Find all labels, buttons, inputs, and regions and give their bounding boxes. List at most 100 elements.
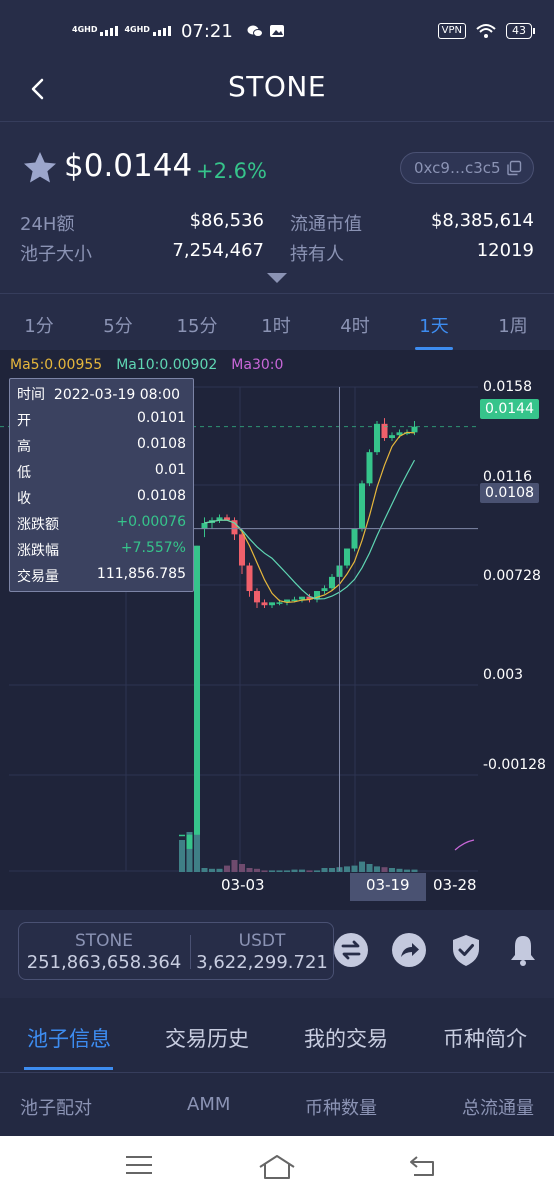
contract-address-button[interactable]: 0xc9…c3c5: [400, 152, 534, 184]
x-tick-label: 03-28: [433, 876, 477, 894]
wechat-icon: [247, 25, 263, 37]
candle: [381, 423, 388, 439]
expand-caret-icon[interactable]: [266, 272, 288, 284]
y-tick-label: -0.00128: [483, 757, 546, 773]
shield-check-icon[interactable]: [448, 932, 484, 968]
status-bar: 4GHD 4GHD 07:21 VPN 43: [0, 0, 554, 62]
token-a-amount: 251,863,658.364: [26, 952, 182, 973]
tab-1h[interactable]: 1时: [261, 312, 290, 338]
candle: [179, 834, 185, 837]
swap-icon[interactable]: [333, 932, 369, 968]
tab-1w[interactable]: 1周: [498, 312, 527, 338]
volume-bar: [261, 870, 268, 872]
candle: [389, 435, 395, 439]
y-tick-label: 0.00728: [483, 568, 541, 584]
ma30-label: Ma30:0: [231, 357, 284, 373]
signal-icon: 4GHD: [124, 26, 171, 36]
ma30-line: [454, 839, 475, 851]
candle: [201, 523, 208, 529]
volume-bar: [284, 870, 290, 872]
contract-address: 0xc9…c3c5: [414, 159, 501, 177]
volume-bar: [359, 861, 365, 872]
volume-bar: [269, 870, 275, 872]
vpn-badge: VPN: [437, 23, 466, 39]
candle: [411, 426, 418, 433]
tab-5m[interactable]: 5分: [103, 312, 132, 338]
page-title: STONE: [227, 70, 327, 103]
tab-my-trades[interactable]: 我的交易: [304, 1023, 388, 1053]
candle: [194, 545, 200, 835]
candle: [254, 591, 260, 603]
stat-market-cap-value: $8,385,614: [430, 210, 534, 231]
candle: [299, 596, 305, 600]
tooltip-change-value: +0.00076: [116, 514, 186, 530]
pool-info-section: 池子信息 交易历史 我的交易 币种简介 池子配对 AMM 币种数量 总流通量: [0, 998, 554, 1138]
tooltip-time: 2022-03-19 08:00: [53, 387, 181, 403]
candle: [351, 528, 358, 549]
table-header-quantity: 币种数量: [305, 1098, 377, 1119]
active-tab-indicator: [24, 1067, 113, 1070]
bell-icon[interactable]: [505, 932, 541, 968]
system-nav-bar: [0, 1136, 554, 1200]
table-header-supply: 总流通量: [462, 1098, 534, 1119]
share-icon[interactable]: [391, 932, 427, 968]
favorite-star-icon[interactable]: [22, 150, 58, 186]
candle: [261, 602, 268, 606]
header: STONE: [0, 62, 554, 122]
tab-1d[interactable]: 1天: [419, 312, 448, 338]
tab-15m[interactable]: 15分: [177, 312, 218, 338]
timeframe-tabs: 1分 5分 15分 1时 4时 1天 1周: [0, 293, 554, 351]
token-b-symbol: USDT: [238, 931, 286, 951]
volume-bar: [201, 868, 208, 872]
volume-bar: [351, 865, 358, 872]
volume-bar: [306, 870, 313, 872]
volume-bar: [321, 868, 328, 872]
stat-24h-volume-label: 24H额: [20, 214, 75, 235]
volume-bar: [366, 864, 373, 872]
stat-pool-size-value: 7,254,467: [172, 240, 264, 261]
candle: [329, 576, 335, 589]
tab-4h[interactable]: 4时: [340, 312, 369, 338]
volume-bar: [254, 868, 260, 872]
tab-token-intro[interactable]: 币种简介: [443, 1023, 527, 1053]
back-icon[interactable]: [408, 1154, 438, 1178]
volume-bar: [344, 866, 350, 872]
candle: [239, 534, 245, 566]
tab-1m[interactable]: 1分: [24, 312, 53, 338]
volume-bar: [389, 868, 395, 872]
tooltip-high-label: 高: [17, 439, 31, 455]
y-tick-label: 0.003: [483, 667, 524, 683]
menu-icon[interactable]: [124, 1154, 154, 1176]
tooltip-close-label: 收: [17, 491, 31, 507]
volume-bar: [374, 866, 380, 872]
candle: [321, 588, 328, 592]
tab-trade-history[interactable]: 交易历史: [165, 1023, 249, 1053]
home-icon[interactable]: [258, 1154, 296, 1180]
volume-bar: [276, 870, 283, 872]
candle-tooltip: 时间 2022-03-19 08:00 开 0.0101 高 0.0108 低 …: [9, 378, 194, 592]
token-b-amount: 3,622,299.721: [196, 952, 328, 973]
candle: [246, 565, 253, 592]
tooltip-change-label: 涨跌额: [17, 517, 59, 533]
token-a-symbol: STONE: [74, 931, 133, 951]
battery-icon: 43: [506, 23, 535, 39]
tooltip-high-value: 0.0108: [137, 436, 186, 452]
tooltip-change-pct-value: +7.557%: [120, 540, 186, 556]
x-tick-label: 03-19: [366, 876, 410, 894]
candle: [374, 423, 380, 453]
volume-bar: [291, 869, 298, 872]
volume-bar: [209, 868, 215, 872]
candle: [186, 834, 193, 849]
volume-bar: [411, 869, 418, 872]
table-header-amm: AMM: [187, 1094, 231, 1115]
stat-holders-label: 持有人: [290, 244, 344, 265]
copy-icon: [507, 160, 522, 176]
volume-bar: [224, 865, 230, 872]
tab-pool-info[interactable]: 池子信息: [27, 1023, 111, 1053]
volume-bar: [216, 868, 223, 872]
y-tick-label: 0.0158: [483, 379, 532, 395]
tooltip-close-value: 0.0108: [137, 488, 186, 504]
tooltip-open-value: 0.0101: [137, 410, 186, 426]
volume-bar: [314, 870, 320, 872]
ma-legend: Ma5:0.00955 Ma10:0.00902 Ma30:0: [10, 357, 283, 373]
